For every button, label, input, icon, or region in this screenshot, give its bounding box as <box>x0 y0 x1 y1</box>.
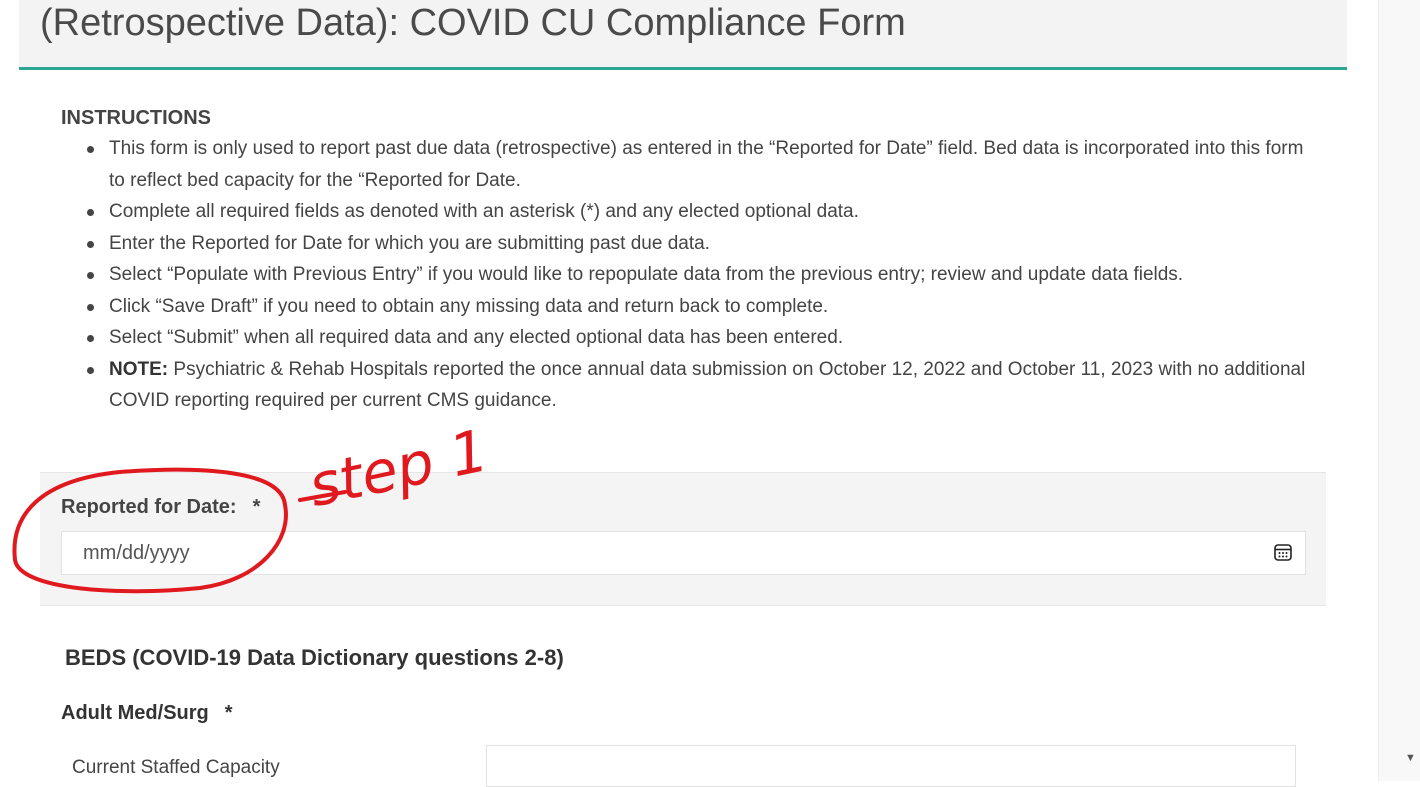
adult-med-surg-label: Adult Med/Surg * <box>61 702 233 724</box>
instruction-item: Select “Populate with Previous Entry” if… <box>83 259 1323 291</box>
reported-date-label: Reported for Date: * <box>61 496 261 518</box>
scrollbar[interactable] <box>1378 0 1420 781</box>
required-asterisk: * <box>224 702 233 724</box>
note-label: NOTE: <box>109 358 169 380</box>
instructions-list: This form is only used to report past du… <box>83 133 1323 417</box>
instruction-item: This form is only used to report past du… <box>83 133 1323 196</box>
instruction-item: Complete all required fields as denoted … <box>83 196 1323 228</box>
instruction-note: NOTE: Psychiatric & Rehab Hospitals repo… <box>83 354 1323 417</box>
reported-date-input[interactable]: mm/dd/yyyy <box>61 531 1306 575</box>
reported-date-panel: Reported for Date: * mm/dd/yyyy <box>40 472 1326 606</box>
calendar-icon[interactable] <box>1273 542 1293 562</box>
page-header: (Retrospective Data): COVID CU Complianc… <box>19 0 1347 70</box>
beds-section-heading: BEDS (COVID-19 Data Dictionary questions… <box>65 645 564 670</box>
scroll-down-arrow-icon[interactable]: ▼ <box>1405 752 1416 764</box>
date-placeholder: mm/dd/yyyy <box>83 542 190 564</box>
instructions-heading: INSTRUCTIONS <box>61 107 211 129</box>
instruction-item: Click “Save Draft” if you need to obtain… <box>83 291 1323 323</box>
instruction-item: Enter the Reported for Date for which yo… <box>83 228 1323 260</box>
current-staffed-capacity-label: Current Staffed Capacity <box>72 757 280 778</box>
note-text: Psychiatric & Rehab Hospitals reported t… <box>109 358 1306 412</box>
required-asterisk: * <box>252 496 261 518</box>
page-title: (Retrospective Data): COVID CU Complianc… <box>40 2 906 44</box>
instruction-item: Select “Submit” when all required data a… <box>83 322 1323 354</box>
